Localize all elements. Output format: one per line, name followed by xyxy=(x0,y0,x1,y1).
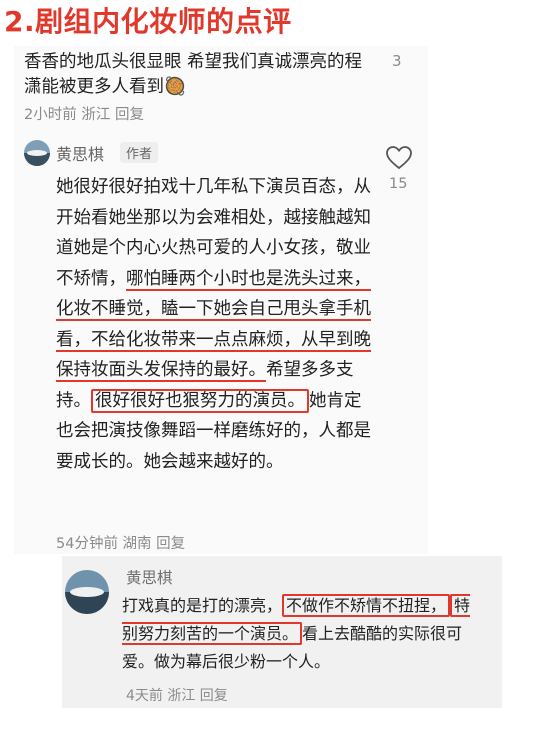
reply-meta[interactable]: 4天前 浙江 回复 xyxy=(126,685,228,705)
author-comment-text: 她很好很好拍戏十几年私下演员百态，从开始看她坐那以为会难相处，越接触越知道她是个… xyxy=(56,172,372,477)
comment-text: 香香的地瓜头很显眼 希望我们真诚漂亮的程潇能被更多人看到🥘 xyxy=(24,52,363,97)
reply-text: 打戏真的是打的漂亮， 不做作不矫情不扭捏， 特别努力刻苦的一个演员。 看上去酷酷的实际… xyxy=(122,592,474,676)
reply-author[interactable]: 黄思棋 xyxy=(126,566,173,588)
comment-like-count: 3 xyxy=(392,52,402,70)
comment-meta[interactable]: 54分钟前 湖南 回复 xyxy=(56,532,185,553)
author-badge: 作者 xyxy=(120,142,159,163)
heart-icon[interactable] xyxy=(386,146,412,174)
section-title: 2.剧组内化妆师的点评 xyxy=(4,5,292,38)
text-segment: 打戏真的是打的漂亮， xyxy=(122,596,283,615)
like-count: 15 xyxy=(389,176,408,192)
avatar[interactable] xyxy=(24,140,50,166)
boxed-text: 很好很好也狠努力的演员。 xyxy=(91,388,309,413)
boxed-text: 不做作不矫情不扭捏， xyxy=(282,594,451,617)
avatar[interactable] xyxy=(65,570,109,614)
comment-meta[interactable]: 2小时前 浙江 回复 xyxy=(24,103,144,124)
author-name[interactable]: 黄思棋 xyxy=(56,141,104,165)
